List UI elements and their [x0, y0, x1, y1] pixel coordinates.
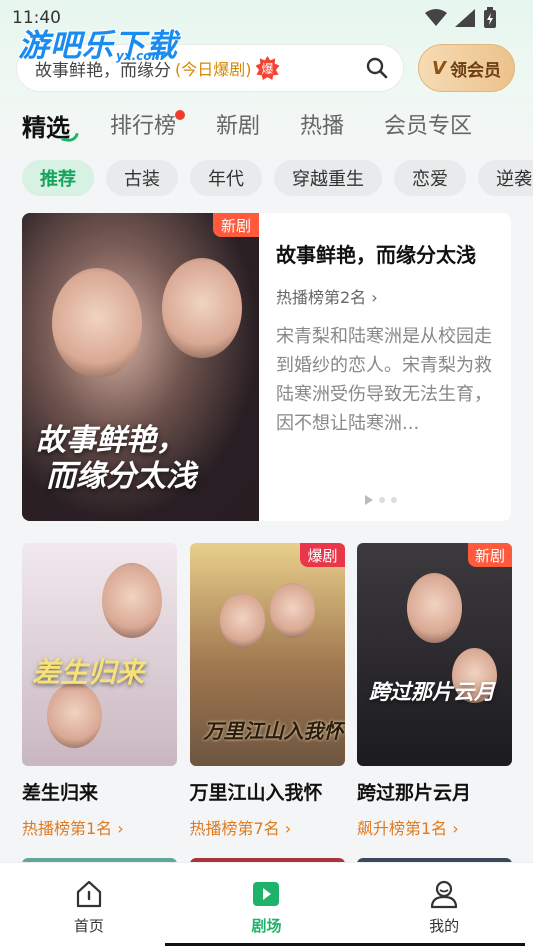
poster-figure-left [52, 268, 142, 378]
vip-icon: V [432, 57, 446, 79]
tab-vip-zone[interactable]: 会员专区 [384, 108, 472, 143]
carousel-dot [379, 497, 385, 503]
poster-figure [47, 683, 102, 748]
drama-poster[interactable]: 万里江山入我怀 爆剧 [189, 543, 345, 766]
chip-comeback[interactable]: 逆袭 [478, 160, 533, 196]
profile-icon [431, 880, 458, 909]
drama-rank-link[interactable]: 飙升榜第1名 › [357, 815, 512, 839]
battery-icon [484, 7, 496, 28]
drama-rank-link[interactable]: 热播榜第1名 › [22, 815, 177, 839]
drama-card[interactable]: 万里江山入我怀 爆剧 万里江山入我怀 热播榜第7名 › [189, 543, 345, 839]
signal-icon [455, 9, 475, 27]
chip-costume[interactable]: 古装 [106, 160, 178, 196]
featured-title: 故事鲜艳，而缘分太浅 [276, 243, 476, 267]
new-drama-tag: 新剧 [212, 213, 259, 237]
nav-theater-label: 剧场 [251, 917, 282, 935]
poster-art-line-2: 而缘分太浅 [46, 459, 196, 494]
search-icon[interactable] [365, 56, 389, 80]
tab-rankings-label: 排行榜 [110, 114, 177, 139]
drama-rank-link[interactable]: 热播榜第7名 › [190, 815, 345, 839]
chip-recommended[interactable]: 推荐 [22, 160, 94, 196]
drama-card[interactable]: 差生归来 差生归来 热播榜第1名 › [22, 543, 177, 839]
bottom-navigation: 首页 剧场 我的 [0, 862, 533, 948]
wifi-icon [425, 9, 447, 26]
carousel-dot [391, 497, 397, 503]
tab-new-dramas[interactable]: 新剧 [216, 108, 260, 143]
drama-grid: 差生归来 差生归来 热播榜第1名 › 万里江山入我怀 爆剧 万里江山入我怀 热播… [22, 543, 512, 839]
carousel-dot-active [365, 495, 373, 505]
poster-title-art: 故事鲜艳， 而缘分太浅 [36, 423, 196, 495]
nav-home-label: 首页 [73, 917, 104, 935]
vip-button-label: 领会员 [449, 60, 501, 81]
nav-theater[interactable]: 剧场 [216, 879, 316, 936]
get-vip-button[interactable]: V 领会员 [418, 44, 515, 92]
hot-drama-tag: 爆剧 [300, 543, 345, 567]
poster-figure [219, 593, 265, 648]
poster-title-art: 跨过那片云月 [369, 679, 495, 704]
drama-title: 差生归来 [22, 782, 99, 804]
poster-title-art: 万里江山入我怀 [203, 719, 344, 743]
poster-figure [407, 573, 462, 643]
poster-art-line-1: 故事鲜艳， [36, 423, 186, 458]
drama-title: 跨过那片云月 [357, 782, 472, 804]
featured-info: 故事鲜艳，而缘分太浅 热播榜第2名 › 宋青梨和陆寒洲是从校园走到婚纱的恋人。宋… [276, 213, 496, 438]
watermark-subtext: yx.com [116, 49, 164, 63]
chip-era[interactable]: 年代 [190, 160, 262, 196]
nav-profile[interactable]: 我的 [394, 879, 494, 936]
new-drama-tag: 新剧 [467, 543, 512, 567]
category-chips: 推荐 古装 年代 穿越重生 恋爱 逆袭 [22, 160, 533, 196]
featured-poster[interactable]: 故事鲜艳， 而缘分太浅 新剧 [22, 213, 259, 521]
drama-poster[interactable]: 差生归来 [22, 543, 177, 766]
drama-title: 万里江山入我怀 [189, 782, 323, 804]
chip-time-travel[interactable]: 穿越重生 [274, 160, 382, 196]
notification-dot [175, 110, 186, 120]
poster-figure-right [162, 258, 242, 358]
poster-figure [102, 563, 162, 638]
featured-rank-link[interactable]: 热播榜第2名 › [276, 284, 496, 308]
featured-drama-card[interactable]: 故事鲜艳， 而缘分太浅 新剧 故事鲜艳，而缘分太浅 热播榜第2名 › 宋青梨和陆… [22, 213, 511, 521]
status-icons [425, 7, 497, 29]
nav-home[interactable]: 首页 [39, 879, 139, 936]
drama-card[interactable]: 跨过那片云月 新剧 跨过那片云月 飙升榜第1名 › [357, 543, 512, 839]
search-hint-tag: (今日爆剧) [175, 60, 252, 79]
featured-description: 宋青梨和陆寒洲是从校园走到婚纱的恋人。宋青梨为救陆寒洲受伤导致无法生育，因不想让… [276, 326, 492, 434]
top-tabs: 精选 排行榜 新剧 热播 会员专区 [22, 108, 512, 144]
chip-romance[interactable]: 恋爱 [394, 160, 466, 196]
gesture-bar [165, 943, 525, 946]
theater-play-icon [253, 882, 280, 906]
poster-title-art: 差生归来 [32, 656, 145, 689]
tab-rankings[interactable]: 排行榜 [110, 108, 186, 143]
hot-badge: 爆 [255, 56, 280, 80]
home-icon [76, 880, 101, 908]
carousel-indicator [365, 495, 397, 505]
tab-featured[interactable]: 精选 [22, 108, 79, 144]
drama-poster[interactable]: 跨过那片云月 新剧 [357, 543, 512, 766]
poster-figure [269, 583, 315, 638]
nav-profile-label: 我的 [429, 917, 460, 935]
tab-hot[interactable]: 热播 [300, 108, 344, 143]
